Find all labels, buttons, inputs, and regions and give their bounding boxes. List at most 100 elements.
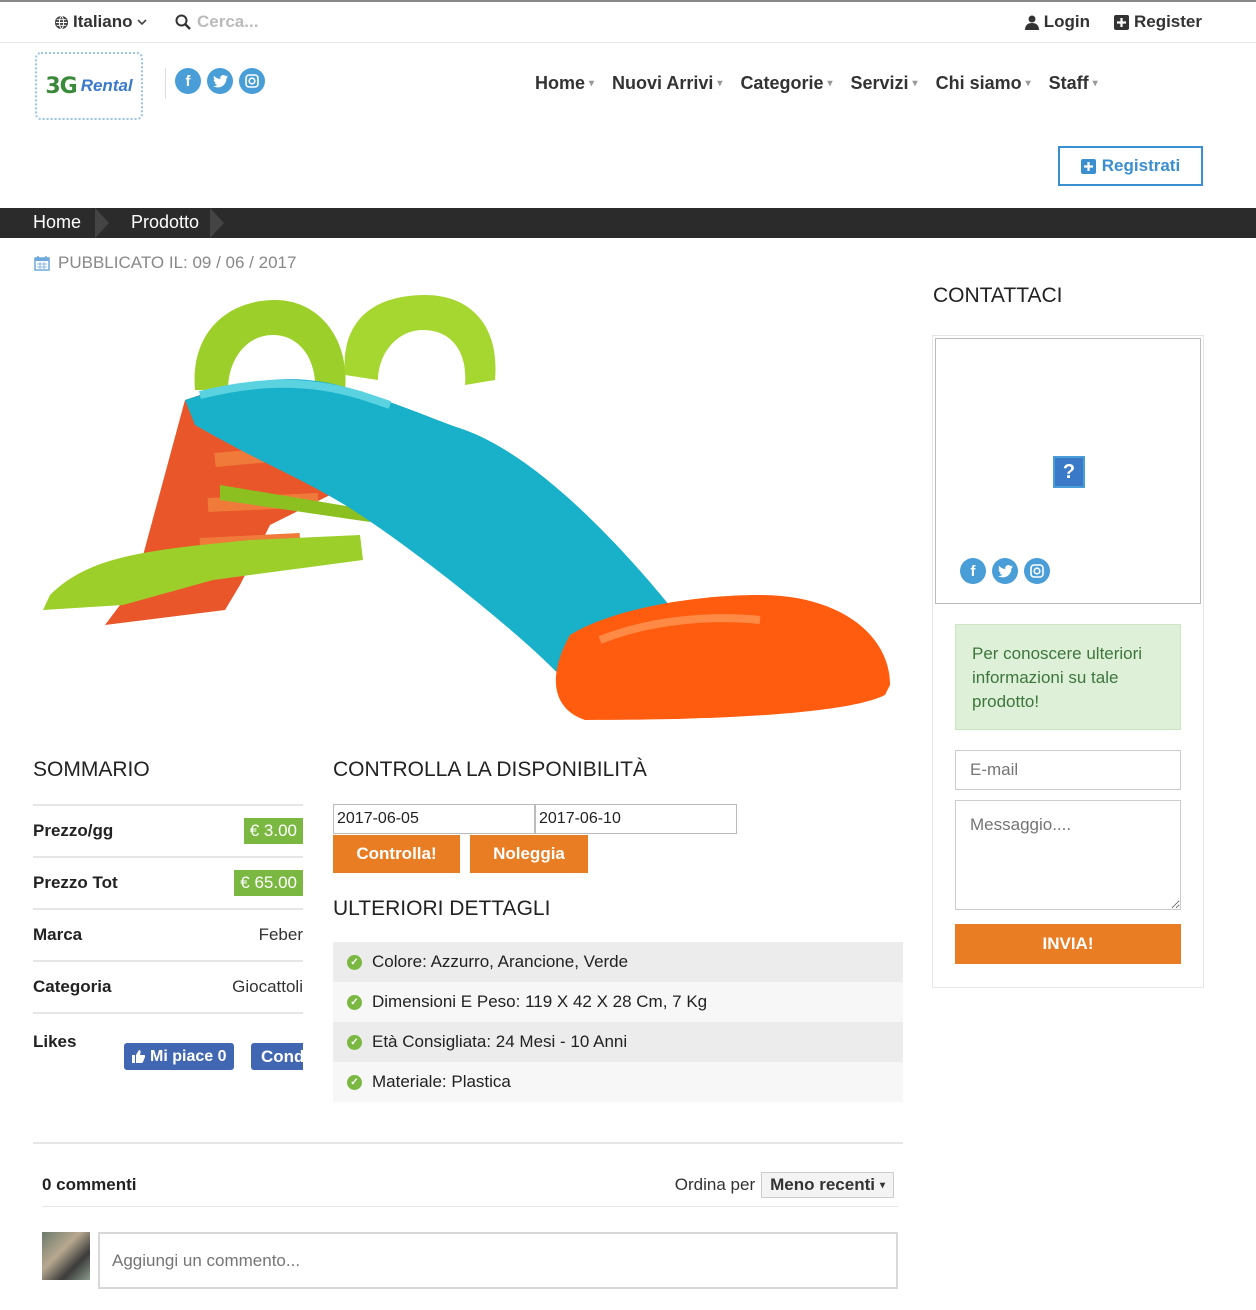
summary-row-prezzo-tot: Prezzo Tot € 65.00 (33, 856, 303, 908)
product-image (43, 295, 890, 720)
divider (42, 1206, 898, 1207)
email-field[interactable] (955, 750, 1181, 790)
nav-servizi-label: Servizi (850, 73, 909, 93)
check-circle-icon: ✓ (347, 954, 362, 970)
sidebar-social-links: f (960, 558, 1050, 584)
caret-down-icon: ▾ (589, 78, 595, 89)
summary-value: Giocattoli (232, 977, 303, 996)
summary-label: Categoria (33, 977, 112, 996)
summary-label: Prezzo Tot (33, 873, 118, 892)
like-label: Mi piace 0 (150, 1047, 227, 1065)
nav-categorie[interactable]: Categorie ▾ (740, 73, 832, 94)
detail-text: Colore: Azzurro, Arancione, Verde (372, 952, 629, 971)
register-label: Register (1133, 12, 1202, 31)
comment-sort: Ordina per Meno recenti ▾ (675, 1172, 894, 1198)
likes-label: Likes (33, 1032, 77, 1051)
facebook-share-button[interactable]: Condividi (251, 1043, 303, 1070)
search-box (175, 12, 357, 32)
plus-square-icon (1113, 14, 1129, 30)
check-circle-icon: ✓ (347, 1034, 362, 1050)
details-list: ✓ Colore: Azzurro, Arancione, Verde ✓ Dime… (333, 942, 903, 1102)
sort-select[interactable]: Meno recenti ▾ (761, 1172, 894, 1198)
nav-staff-label: Staff (1048, 73, 1089, 93)
register-link[interactable]: Register (1113, 12, 1202, 32)
auth-links: Login Register (1024, 12, 1202, 32)
send-button[interactable]: INVIA! (955, 924, 1181, 964)
registrati-label: Registrati (1101, 156, 1181, 175)
check-circle-icon: ✓ (347, 994, 362, 1010)
date-from-input[interactable] (333, 804, 535, 834)
nav-nuovi-arrivi[interactable]: Nuovi Arrivi ▾ (612, 73, 722, 94)
nav-chi-siamo-label: Chi siamo (935, 73, 1022, 93)
logo-main-text: 3G (45, 73, 77, 99)
breadcrumb-separator (95, 208, 109, 238)
plus-square-icon (1080, 158, 1096, 174)
facebook-icon[interactable]: f (960, 558, 986, 584)
login-label: Login (1043, 12, 1090, 31)
nav-staff[interactable]: Staff ▾ (1049, 73, 1098, 94)
breadcrumb-separator (210, 208, 224, 238)
avatar (42, 1232, 90, 1280)
facebook-like-button[interactable]: Mi piace 0 (124, 1043, 235, 1070)
login-link[interactable]: Login (1024, 12, 1090, 32)
availability-title: CONTROLLA LA DISPONIBILITÀ (333, 758, 647, 781)
message-field[interactable] (955, 800, 1181, 910)
globe-icon (54, 15, 69, 29)
comment-count: 0 commenti (42, 1175, 137, 1194)
nav-nuovi-arrivi-label: Nuovi Arrivi (612, 73, 714, 93)
sort-label: Ordina per (674, 1175, 756, 1194)
comment-input[interactable] (98, 1232, 898, 1289)
nav-chi-siamo[interactable]: Chi siamo ▾ (936, 73, 1031, 94)
facebook-icon[interactable]: f (175, 68, 201, 94)
site-logo[interactable]: 3G Rental (35, 52, 143, 120)
check-circle-icon: ✓ (347, 1074, 362, 1090)
nav-home-label: Home (535, 73, 586, 93)
nav-categorie-label: Categorie (740, 73, 824, 93)
caret-down-icon: ▾ (717, 78, 723, 89)
summary-row-likes: Likes Mi piace 0 Condividi (33, 1012, 303, 1072)
header-social-links: f (165, 68, 265, 98)
detail-item: ✓ Colore: Azzurro, Arancione, Verde (333, 942, 903, 982)
map-embed: ? f (935, 338, 1201, 604)
summary-row-categoria: Categoria Giocattoli (33, 960, 303, 1012)
instagram-icon[interactable] (1024, 558, 1050, 584)
summary-table: Prezzo/gg € 3.00 Prezzo Tot € 65.00 Marc… (33, 804, 303, 1072)
detail-item: ✓ Materiale: Plastica (333, 1062, 903, 1102)
detail-item: ✓ Età Consigliata: 24 Mesi - 10 Anni (333, 1022, 903, 1062)
summary-label: Prezzo/gg (33, 821, 114, 840)
twitter-icon[interactable] (207, 68, 233, 94)
breadcrumb-home[interactable]: Home (33, 212, 81, 233)
caret-down-icon: ▾ (1025, 78, 1031, 89)
nav-servizi[interactable]: Servizi ▾ (851, 73, 918, 94)
twitter-icon[interactable] (992, 558, 1018, 584)
published-date: PUBBLICATO IL: 09 / 06 / 2017 (34, 253, 296, 273)
summary-label: Marca (33, 925, 83, 944)
contact-title: CONTATTACI (933, 284, 1063, 307)
detail-text: Dimensioni E Peso: 119 X 42 X 28 Cm, 7 K… (372, 992, 708, 1011)
registrati-button[interactable]: Registrati (1058, 146, 1203, 186)
user-icon (1024, 15, 1039, 30)
summary-row-marca: Marca Feber (33, 908, 303, 960)
details-title: ULTERIORI DETTAGLI (333, 897, 551, 920)
divider (33, 1142, 903, 1144)
language-selector[interactable]: Italiano (54, 12, 147, 32)
instagram-icon[interactable] (239, 68, 265, 94)
caret-down-icon: ▾ (912, 78, 918, 89)
rent-button[interactable]: Noleggia (470, 835, 588, 873)
search-input[interactable] (197, 12, 357, 32)
breadcrumb-prodotto: Prodotto (131, 212, 200, 232)
chevron-down-icon (136, 19, 147, 26)
summary-value: Feber (258, 925, 303, 944)
check-availability-button[interactable]: Controlla! (333, 835, 460, 873)
detail-text: Età Consigliata: 24 Mesi - 10 Anni (372, 1032, 628, 1051)
nav-home[interactable]: Home ▾ (535, 73, 594, 94)
detail-text: Materiale: Plastica (372, 1072, 511, 1091)
language-label: Italiano (73, 12, 133, 31)
price-badge: € 3.00 (243, 818, 303, 844)
summary-row-prezzo-gg: Prezzo/gg € 3.00 (33, 804, 303, 856)
search-icon (175, 14, 191, 30)
date-to-input[interactable] (535, 804, 737, 834)
caret-down-icon: ▾ (827, 78, 833, 89)
calendar-icon (34, 256, 50, 271)
top-bar: Italiano Login Register (0, 0, 1256, 43)
